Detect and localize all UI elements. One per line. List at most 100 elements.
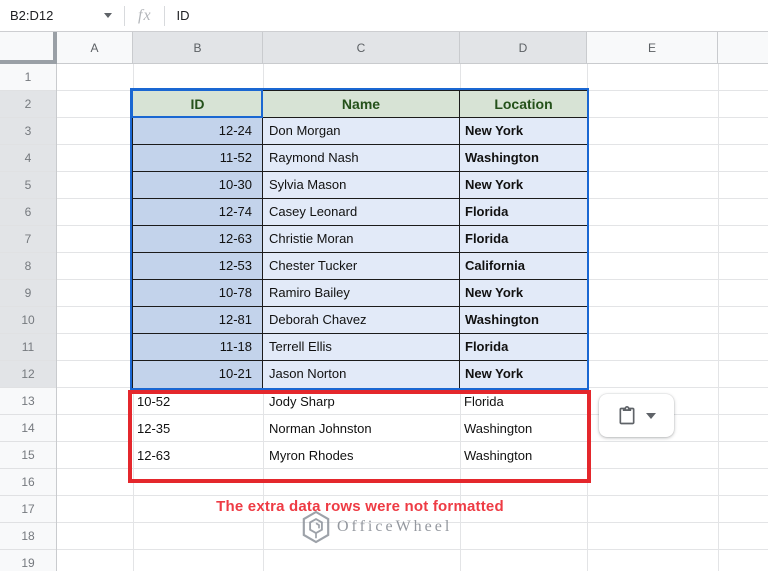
divider — [124, 5, 125, 26]
row-header-15[interactable]: 15 — [0, 442, 56, 469]
cell-name[interactable]: Sylvia Mason — [263, 172, 460, 199]
row-header-18[interactable]: 18 — [0, 523, 56, 550]
column-header-a[interactable]: A — [57, 32, 133, 64]
cell-location[interactable]: New York — [460, 361, 587, 388]
cell-id[interactable]: 11-52 — [133, 145, 263, 172]
cell-id[interactable]: 10-30 — [133, 172, 263, 199]
cell-id[interactable]: 10-52 — [133, 388, 263, 415]
cell-name[interactable]: Jody Sharp — [263, 388, 460, 415]
cell-name[interactable]: Casey Leonard — [263, 199, 460, 226]
formula-input[interactable]: ID — [177, 8, 190, 23]
table-row: 10-78 Ramiro Bailey New York — [133, 280, 587, 307]
cell-name[interactable]: Jason Norton — [263, 361, 460, 388]
row-header-1[interactable]: 1 — [0, 64, 56, 91]
cell-location[interactable]: New York — [460, 172, 587, 199]
table-row: 12-63 Christie Moran Florida — [133, 226, 587, 253]
row-gutter: 1 2 3 4 5 6 7 8 9 10 11 12 13 14 15 16 1… — [0, 64, 57, 571]
row-header-16[interactable]: 16 — [0, 469, 56, 496]
name-box[interactable]: B2:D12 — [0, 8, 100, 23]
row-header-19[interactable]: 19 — [0, 550, 56, 571]
row-header-12[interactable]: 12 — [0, 361, 56, 388]
header-cell-location[interactable]: Location — [460, 91, 587, 118]
cell-id[interactable]: 12-74 — [133, 199, 263, 226]
cell-location[interactable]: Washington — [460, 307, 587, 334]
column-header-e[interactable]: E — [587, 32, 718, 64]
row-header-8[interactable]: 8 — [0, 253, 56, 280]
name-box-dropdown-icon[interactable] — [104, 13, 112, 18]
cell-id[interactable]: 12-81 — [133, 307, 263, 334]
formula-bar: B2:D12 fx ID — [0, 0, 768, 32]
cell-location[interactable]: Washington — [460, 415, 587, 442]
row-header-4[interactable]: 4 — [0, 145, 56, 172]
row-header-14[interactable]: 14 — [0, 415, 56, 442]
cell-name[interactable]: Norman Johnston — [263, 415, 460, 442]
cell-name[interactable]: Don Morgan — [263, 118, 460, 145]
table-row: 12-81 Deborah Chavez Washington — [133, 307, 587, 334]
cell-location[interactable]: Washington — [460, 442, 587, 469]
unformatted-rows: 10-52 Jody Sharp Florida 12-35 Norman Jo… — [133, 388, 587, 469]
table-header-row: ID Name Location — [133, 91, 587, 118]
table-row: 12-74 Casey Leonard Florida — [133, 199, 587, 226]
cell-location[interactable]: California — [460, 253, 587, 280]
fx-icon: fx — [138, 6, 152, 24]
column-header-b[interactable]: B — [133, 32, 263, 64]
row-header-2[interactable]: 2 — [0, 91, 56, 118]
table-body: 12-24 Don Morgan New York 11-52 Raymond … — [133, 118, 587, 388]
table-row: 11-18 Terrell Ellis Florida — [133, 334, 587, 361]
divider — [163, 5, 165, 26]
cell-name[interactable]: Chester Tucker — [263, 253, 460, 280]
cell-name[interactable]: Raymond Nash — [263, 145, 460, 172]
cell-name[interactable]: Deborah Chavez — [263, 307, 460, 334]
data-table: ID Name Location 12-24 Don Morgan New Yo… — [132, 90, 588, 389]
cell-id[interactable]: 12-24 — [133, 118, 263, 145]
column-header-f[interactable] — [718, 32, 768, 64]
row-header-7[interactable]: 7 — [0, 226, 56, 253]
column-header-d[interactable]: D — [460, 32, 587, 64]
cell-name[interactable]: Terrell Ellis — [263, 334, 460, 361]
cell-location[interactable]: Florida — [460, 388, 587, 415]
cell-id[interactable]: 11-18 — [133, 334, 263, 361]
cell-id[interactable]: 10-21 — [133, 361, 263, 388]
gridline — [718, 64, 719, 571]
officewheel-logo-icon — [302, 510, 330, 544]
cell-location[interactable]: Washington — [460, 145, 587, 172]
table-row: 12-53 Chester Tucker California — [133, 253, 587, 280]
cell-id[interactable]: 12-35 — [133, 415, 263, 442]
row-header-9[interactable]: 9 — [0, 280, 56, 307]
cell-location[interactable]: New York — [460, 280, 587, 307]
row-header-10[interactable]: 10 — [0, 307, 56, 334]
cell-id[interactable]: 12-63 — [133, 226, 263, 253]
cell-name[interactable]: Ramiro Bailey — [263, 280, 460, 307]
cell-id[interactable]: 10-78 — [133, 280, 263, 307]
row-header-5[interactable]: 5 — [0, 172, 56, 199]
officewheel-watermark: OfficeWheel — [301, 510, 452, 544]
table-row: 11-52 Raymond Nash Washington — [133, 145, 587, 172]
paste-options-button[interactable] — [599, 394, 674, 437]
cell-location[interactable]: Florida — [460, 334, 587, 361]
cell-location[interactable]: New York — [460, 118, 587, 145]
watermark-text: OfficeWheel — [337, 518, 453, 535]
table-row: 10-21 Jason Norton New York — [133, 361, 587, 388]
unformatted-row: 12-35 Norman Johnston Washington — [133, 415, 587, 442]
table-row: 10-30 Sylvia Mason New York — [133, 172, 587, 199]
table-row: 12-24 Don Morgan New York — [133, 118, 587, 145]
unformatted-row: 10-52 Jody Sharp Florida — [133, 388, 587, 415]
row-header-6[interactable]: 6 — [0, 199, 56, 226]
header-cell-id[interactable]: ID — [133, 91, 263, 118]
clipboard-icon — [619, 405, 635, 424]
cell-id[interactable]: 12-53 — [133, 253, 263, 280]
row-header-11[interactable]: 11 — [0, 334, 56, 361]
cell-location[interactable]: Florida — [460, 199, 587, 226]
header-cell-name[interactable]: Name — [263, 91, 460, 118]
column-header-c[interactable]: C — [263, 32, 460, 64]
cell-name[interactable]: Myron Rhodes — [263, 442, 460, 469]
row-header-3[interactable]: 3 — [0, 118, 56, 145]
chevron-down-icon — [646, 412, 656, 419]
cell-id[interactable]: 12-63 — [133, 442, 263, 469]
cell-location[interactable]: Florida — [460, 226, 587, 253]
select-all-corner[interactable] — [0, 32, 57, 64]
cell-name[interactable]: Christie Moran — [263, 226, 460, 253]
row-header-17[interactable]: 17 — [0, 496, 56, 523]
row-header-13[interactable]: 13 — [0, 388, 56, 415]
spreadsheet-app: B2:D12 fx ID A B C D E 1 2 3 4 5 6 7 8 9… — [0, 0, 768, 571]
